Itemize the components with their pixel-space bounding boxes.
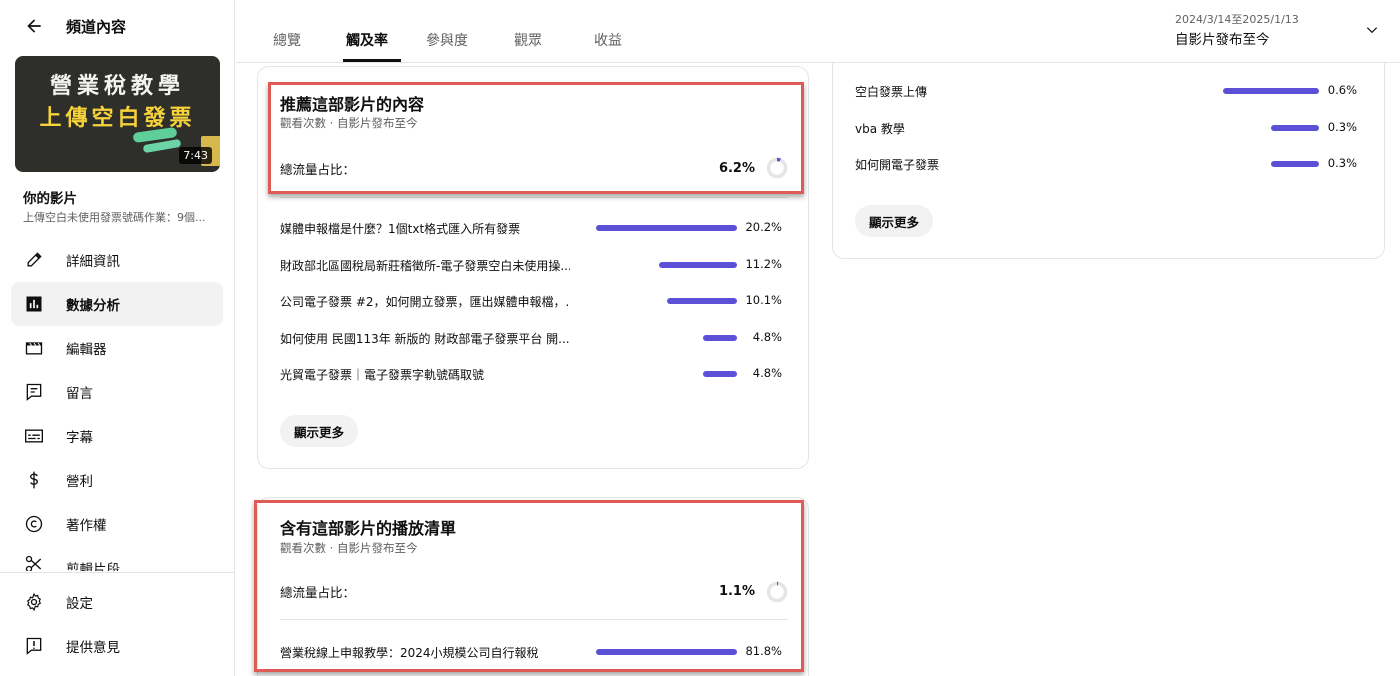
sidebar: 頻道內容 營業稅教學 上傳空白發票 7:43 你的影片 上傳空白未使用發票號碼作… <box>0 0 235 676</box>
pencil-icon <box>23 249 45 271</box>
show-more-button[interactable]: 顯示更多 <box>855 205 934 237</box>
analytics-icon <box>23 293 45 315</box>
list-item-percentage: 20.2% <box>745 220 782 234</box>
comment-icon <box>23 381 45 403</box>
percentage-bar <box>1271 124 1319 131</box>
card-subtitle: 觀看次數 · 自影片發布至今 <box>280 541 418 555</box>
tab-engagement[interactable]: 參與度 <box>426 30 468 50</box>
feedback-icon <box>23 635 45 657</box>
scissors-icon <box>23 553 45 571</box>
list-item-label[interactable]: 空白發票上傳 <box>855 83 1155 100</box>
sidebar-item-feedback[interactable]: 提供意見 <box>11 624 223 668</box>
list-item-label[interactable]: 如何開電子發票 <box>855 156 1155 173</box>
divider <box>280 619 788 620</box>
sidebar-item-label: 數據分析 <box>66 298 120 314</box>
list-item-label[interactable]: 財政部北區國稅局新莊稽徵所-電子發票空白未使用操... <box>280 257 570 274</box>
sidebar-item-label: 著作權 <box>66 518 107 534</box>
percentage-bar <box>703 334 737 341</box>
list-item-label[interactable]: 光貿電子發票｜電子發票字軌號碼取號 <box>280 366 570 383</box>
sidebar-item-label: 營利 <box>66 474 93 490</box>
tab-revenue[interactable]: 收益 <box>594 30 622 50</box>
video-title: 上傳空白未使用發票號碼作業：9個... <box>23 211 206 224</box>
percentage-bar <box>666 298 737 305</box>
back-button[interactable] <box>20 12 48 40</box>
subtitles-icon <box>23 425 45 447</box>
date-period-selector[interactable]: 自影片發布至今 <box>1175 28 1270 48</box>
sidebar-item-clips[interactable]: 剪輯片段 <box>11 545 223 571</box>
tab-audience[interactable]: 觀眾 <box>514 30 542 50</box>
active-tab-indicator <box>343 59 401 62</box>
percentage-bar <box>596 649 737 655</box>
list-item-percentage: 0.3% <box>1327 119 1357 134</box>
dollar-icon <box>23 469 45 491</box>
card-title: 推薦這部影片的內容 <box>280 95 425 114</box>
sidebar-divider <box>0 572 234 573</box>
card-playlists: 含有這部影片的播放清單 觀看次數 · 自影片發布至今 總流量占比： 1.1% 營… <box>257 497 809 676</box>
sidebar-item-label: 設定 <box>66 596 93 612</box>
traffic-share-donut <box>766 157 788 179</box>
date-range: 2024/3/14至2025/1/13 <box>1175 13 1299 26</box>
sidebar-title: 頻道內容 <box>66 18 127 36</box>
list-item-percentage: 11.2% <box>745 256 782 271</box>
list-item-percentage: 0.6% <box>1327 83 1357 97</box>
card-search-terms: 空白發票上傳 0.6% vba 教學 0.3% 如何開電子發票 0.3% 顯示更多 <box>832 30 1385 259</box>
list-item-label[interactable]: 如何使用 民國113年 新版的 財政部電子發票平台 開... <box>280 330 570 347</box>
video-thumbnail[interactable]: 營業稅教學 上傳空白發票 7:43 <box>15 56 220 172</box>
list-item-percentage: 4.8% <box>752 366 782 381</box>
card-recommending-content: 推薦這部影片的內容 觀看次數 · 自影片發布至今 總流量占比： 6.2% 媒體申… <box>257 66 809 469</box>
traffic-share-value: 1.1% <box>718 584 755 599</box>
sidebar-item-label: 字幕 <box>66 430 93 446</box>
list-item-percentage: 4.8% <box>752 329 782 344</box>
list-item-label[interactable]: vba 教學 <box>855 120 1155 137</box>
traffic-share-label: 總流量占比： <box>280 162 356 177</box>
percentage-bar <box>658 261 737 268</box>
list-item-percentage: 10.1% <box>745 293 782 308</box>
sidebar-header: 頻道內容 <box>0 0 235 52</box>
thumbnail-title-line2: 上傳空白發票 <box>39 105 196 131</box>
traffic-share-value: 6.2% <box>718 161 755 176</box>
copyright-icon <box>23 513 45 535</box>
traffic-share-label: 總流量占比： <box>280 585 356 600</box>
thumbnail-title-line1: 營業稅教學 <box>49 73 185 99</box>
percentage-bar <box>596 225 737 231</box>
sidebar-item-monetization[interactable]: 營利 <box>11 458 223 502</box>
sidebar-item-label: 詳細資訊 <box>66 254 120 270</box>
list-item-percentage: 0.3% <box>1327 156 1357 171</box>
sidebar-item-settings[interactable]: 設定 <box>11 580 223 624</box>
card-title: 含有這部影片的播放清單 <box>280 519 457 538</box>
your-video-label: 你的影片 <box>23 191 77 207</box>
sidebar-item-label: 提供意見 <box>66 640 120 656</box>
top-bar: 總覽 觸及率 參與度 觀眾 收益 2024/3/14至2025/1/13 自影片… <box>236 0 1400 63</box>
sidebar-item-comments[interactable]: 留言 <box>11 370 223 414</box>
duration-badge: 7:43 <box>179 147 212 164</box>
sidebar-item-label: 剪輯片段 <box>66 562 120 571</box>
percentage-bar <box>703 371 737 378</box>
arrow-left-icon <box>27 19 41 33</box>
list-item-label[interactable]: 公司電子發票 #2，如何開立發票，匯出媒體申報檔，... <box>280 293 570 310</box>
sidebar-item-analytics[interactable]: 數據分析 <box>11 282 223 326</box>
list-item-percentage: 81.8% <box>745 644 782 658</box>
traffic-share-donut <box>766 581 788 603</box>
percentage-bar <box>1271 161 1319 168</box>
divider <box>280 197 788 198</box>
show-more-button[interactable]: 顯示更多 <box>280 415 359 447</box>
sidebar-item-label: 留言 <box>66 386 93 402</box>
card-subtitle: 觀看次數 · 自影片發布至今 <box>280 116 418 130</box>
chevron-down-icon[interactable] <box>1362 20 1382 40</box>
sidebar-item-details[interactable]: 詳細資訊 <box>11 238 223 282</box>
clapperboard-icon <box>23 337 45 359</box>
percentage-bar <box>1223 88 1319 94</box>
gear-icon <box>23 591 45 613</box>
sidebar-item-subtitles[interactable]: 字幕 <box>11 414 223 458</box>
tab-overview[interactable]: 總覽 <box>273 30 301 50</box>
sidebar-item-editor[interactable]: 編輯器 <box>11 326 223 370</box>
sidebar-item-label: 編輯器 <box>66 342 107 358</box>
list-item-label[interactable]: 媒體申報檔是什麼？1個txt格式匯入所有發票 <box>280 220 570 237</box>
tab-reach[interactable]: 觸及率 <box>346 30 388 50</box>
sidebar-item-copyright[interactable]: 著作權 <box>11 502 223 546</box>
list-item-label[interactable]: 營業稅線上申報教學：2024小規模公司自行報稅 <box>280 644 570 661</box>
